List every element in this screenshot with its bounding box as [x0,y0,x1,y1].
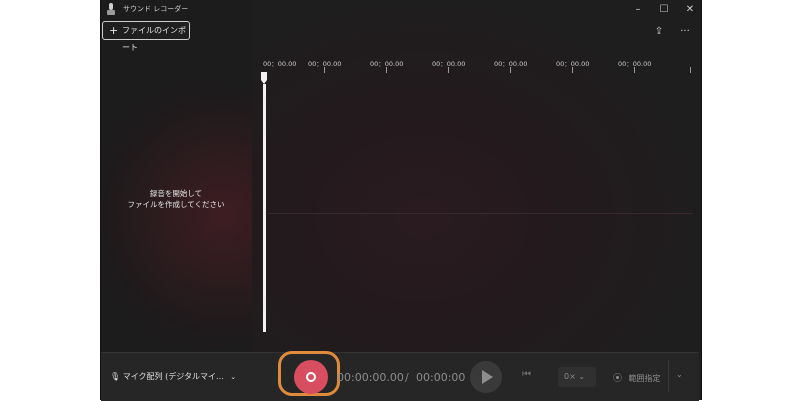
plus-icon: + [109,24,119,37]
microphone-label: マイク配列 (デジタルマイ... [122,372,224,381]
current-time: 00:00:00.00 [337,371,404,384]
ruler-tick [510,67,511,73]
playhead-handle[interactable] [260,72,268,84]
record-button[interactable] [294,360,328,394]
title-bar: サウンド レコーダー – ☐ ✕ [101,0,701,20]
app-title: サウンド レコーダー [123,5,189,13]
expand-chevron-icon[interactable]: ⌄ [676,370,683,379]
play-button[interactable] [470,361,502,393]
minimize-button[interactable]: – [627,2,649,18]
microphone-selector[interactable]: 🎙︎ マイク配列 (デジタルマイ... ⌄ [110,371,236,382]
ruler-tick [324,67,325,73]
record-icon [306,372,316,382]
skip-back-icon[interactable]: ⏮ [522,369,531,380]
maximize-button[interactable]: ☐ [653,2,675,18]
more-options-icon[interactable]: ··· [677,24,693,40]
time-separator: / [405,371,409,384]
empty-state-line1: 録音を開始して [149,189,203,198]
divider [668,360,669,392]
playback-speed-button[interactable]: 0× ⌄ [558,367,596,387]
empty-state-message: 録音を開始して ファイルを作成してください [101,188,251,210]
record-icon-core [308,374,314,380]
playhead-line[interactable] [263,84,266,332]
chevron-down-icon: ⌄ [230,373,237,381]
microphone-icon: 🎙︎ [110,372,121,381]
range-select-label: 範囲指定 [628,374,661,383]
ruler-tick [634,67,635,73]
range-select-button[interactable]: ⦿ 範囲指定 [613,371,661,384]
ruler-label: 00：00.00 [263,60,297,68]
waveform-baseline [268,213,693,214]
import-file-button[interactable]: + ファイルのインポート [102,21,190,52]
total-time: 00:00:00 [416,371,466,384]
location-pin-icon: ⦿ [613,374,623,384]
ruler-tick [386,67,387,73]
microphone-app-icon [107,3,115,15]
share-icon[interactable]: ⇪ [651,24,667,40]
empty-state-line2: ファイルを作成してください [127,200,225,209]
ruler-tick [690,67,691,73]
import-file-label: ファイルのインポート [122,26,186,52]
waveform-pane [252,0,701,352]
ruler-tick [572,67,573,73]
ruler-tick [448,67,449,73]
close-button[interactable]: ✕ [679,2,701,18]
play-icon [482,370,493,384]
